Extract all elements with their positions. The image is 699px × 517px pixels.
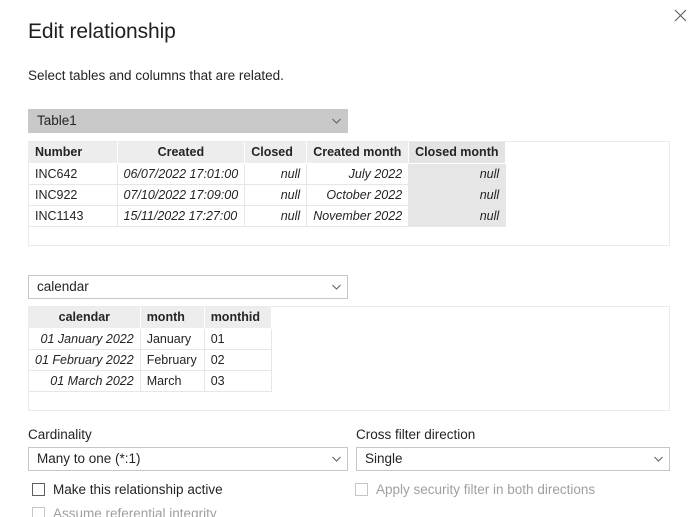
assume-referential-integrity-checkbox: Assume referential integrity	[32, 506, 217, 517]
blank-cell	[29, 391, 140, 411]
cross-filter-select-value: Single	[365, 448, 651, 470]
blank-cell	[29, 226, 117, 246]
cell-closed-month: null	[409, 184, 506, 205]
chevron-down-icon	[651, 456, 665, 462]
table-row: INC1143 15/11/2022 17:27:00 null Novembe…	[29, 205, 506, 226]
chevron-down-icon	[329, 284, 343, 290]
cross-filter-label: Cross filter direction	[356, 426, 475, 444]
column-header-created-month[interactable]: Created month	[307, 142, 409, 163]
cell-closed: null	[245, 163, 307, 184]
cross-filter-select[interactable]: Single	[356, 447, 670, 471]
apply-security-filter-label: Apply security filter in both directions	[376, 482, 595, 497]
cell-created: 06/07/2022 17:01:00	[117, 163, 245, 184]
cell-monthid: 02	[204, 349, 271, 370]
table1-select-value: Table1	[37, 110, 329, 132]
make-relationship-active-checkbox[interactable]: Make this relationship active	[32, 482, 223, 497]
cell-calendar: 01 March 2022	[29, 370, 140, 391]
cell-created-month: July 2022	[307, 163, 409, 184]
checkbox-box	[32, 483, 45, 496]
table-blank-row	[29, 226, 506, 246]
cell-month: February	[140, 349, 204, 370]
cell-number: INC922	[29, 184, 117, 205]
cell-calendar: 01 February 2022	[29, 349, 140, 370]
table-blank-row	[29, 391, 271, 411]
cell-number: INC642	[29, 163, 117, 184]
close-icon	[674, 9, 687, 22]
table-row: 01 January 2022 January 01	[29, 328, 271, 349]
cell-monthid: 01	[204, 328, 271, 349]
column-header-monthid[interactable]: monthid	[204, 307, 271, 328]
column-header-closed[interactable]: Closed	[245, 142, 307, 163]
table-row: INC922 07/10/2022 17:09:00 null October …	[29, 184, 506, 205]
chevron-down-icon	[329, 118, 343, 124]
blank-cell	[409, 226, 506, 246]
table-header-row: calendar month monthid	[29, 307, 271, 328]
checkbox-box	[32, 507, 45, 517]
assume-referential-integrity-label: Assume referential integrity	[53, 506, 217, 517]
table1-select[interactable]: Table1	[28, 109, 348, 133]
cardinality-select-value: Many to one (*:1)	[37, 448, 329, 470]
table1-preview[interactable]: Number Created Closed Created month Clos…	[28, 141, 670, 246]
blank-cell	[117, 226, 245, 246]
checkbox-box	[355, 483, 368, 496]
column-header-created[interactable]: Created	[117, 142, 245, 163]
cell-month: March	[140, 370, 204, 391]
cell-closed: null	[245, 205, 307, 226]
cardinality-label: Cardinality	[28, 426, 92, 444]
close-button[interactable]	[665, 2, 695, 28]
cell-monthid: 03	[204, 370, 271, 391]
apply-security-filter-checkbox: Apply security filter in both directions	[355, 482, 595, 497]
cell-created: 07/10/2022 17:09:00	[117, 184, 245, 205]
column-header-calendar[interactable]: calendar	[29, 307, 140, 328]
cardinality-select[interactable]: Many to one (*:1)	[28, 447, 348, 471]
table2-select[interactable]: calendar	[28, 275, 348, 299]
blank-cell	[245, 226, 307, 246]
table2-select-value: calendar	[37, 276, 329, 298]
blank-cell	[204, 391, 271, 411]
table1-preview-table: Number Created Closed Created month Clos…	[29, 142, 506, 246]
table2-preview-table: calendar month monthid 01 January 2022 J…	[29, 307, 272, 411]
chevron-down-icon	[329, 456, 343, 462]
make-relationship-active-label: Make this relationship active	[53, 482, 223, 497]
cell-created: 15/11/2022 17:27:00	[117, 205, 245, 226]
blank-cell	[307, 226, 409, 246]
cell-month: January	[140, 328, 204, 349]
dialog-subtitle: Select tables and columns that are relat…	[28, 67, 284, 85]
column-header-number[interactable]: Number	[29, 142, 117, 163]
column-header-month[interactable]: month	[140, 307, 204, 328]
cell-created-month: October 2022	[307, 184, 409, 205]
page-title: Edit relationship	[28, 19, 176, 45]
cell-closed-month: null	[409, 163, 506, 184]
cell-closed: null	[245, 184, 307, 205]
table-row: 01 March 2022 March 03	[29, 370, 271, 391]
table-row: 01 February 2022 February 02	[29, 349, 271, 370]
table2-preview[interactable]: calendar month monthid 01 January 2022 J…	[28, 306, 670, 411]
table-header-row: Number Created Closed Created month Clos…	[29, 142, 506, 163]
column-header-closed-month[interactable]: Closed month	[409, 142, 506, 163]
cell-closed-month: null	[409, 205, 506, 226]
blank-cell	[140, 391, 204, 411]
cell-number: INC1143	[29, 205, 117, 226]
cell-calendar: 01 January 2022	[29, 328, 140, 349]
edit-relationship-dialog: Edit relationship Select tables and colu…	[0, 0, 699, 517]
cell-created-month: November 2022	[307, 205, 409, 226]
table-row: INC642 06/07/2022 17:01:00 null July 202…	[29, 163, 506, 184]
